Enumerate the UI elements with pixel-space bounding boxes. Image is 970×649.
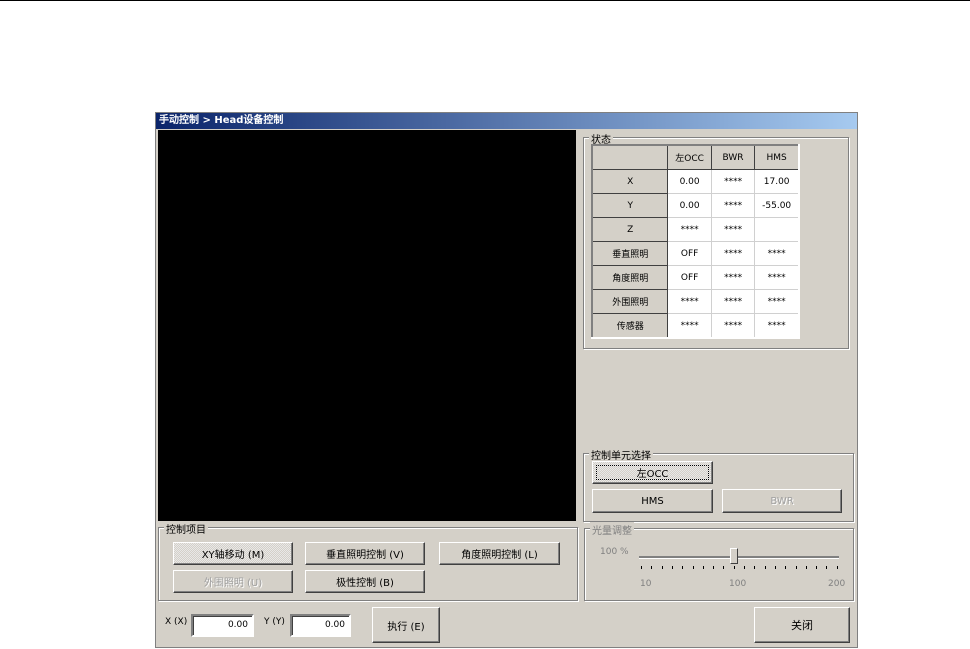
slider-tick bbox=[702, 566, 704, 569]
table-cell: **** bbox=[667, 289, 712, 314]
row-label: 垂直照明 bbox=[591, 241, 669, 266]
slider-tick bbox=[774, 566, 776, 569]
light-value-label: 100 % bbox=[600, 547, 629, 557]
head-device-control-window: 手动控制 > Head设备控制 状态 左OCC BWR HMS X 0.00 **** 17… bbox=[155, 112, 858, 648]
table-cell: 17.00 bbox=[754, 169, 800, 194]
table-cell: -55.00 bbox=[754, 193, 800, 218]
slider-tick bbox=[805, 566, 807, 569]
close-button[interactable]: 关闭 bbox=[754, 607, 850, 643]
light-slider-thumb[interactable] bbox=[729, 548, 738, 564]
control-items-group: 控制项目 XY轴移动 (M) 垂直照明控制 (V) 角度照明控制 (L) 外围照… bbox=[158, 521, 578, 601]
slider-tick bbox=[785, 566, 787, 569]
control-items-legend: 控制项目 bbox=[164, 521, 208, 536]
table-cell: **** bbox=[754, 289, 800, 314]
table-cell: **** bbox=[667, 313, 712, 339]
hms-button[interactable]: HMS bbox=[592, 489, 713, 513]
top-divider bbox=[0, 0, 970, 1]
column-header: 左OCC bbox=[667, 144, 712, 170]
table-row: 外围照明 **** **** **** bbox=[591, 289, 800, 314]
column-header: BWR bbox=[710, 144, 756, 170]
slider-tick bbox=[795, 566, 797, 569]
status-group: 状态 左OCC BWR HMS X 0.00 **** 17.00 Y 0.00 **** -55.… bbox=[583, 131, 849, 349]
slider-tick bbox=[713, 566, 715, 569]
row-label: Y bbox=[591, 193, 669, 218]
slider-tick bbox=[744, 566, 745, 569]
x-input[interactable]: 0.00 bbox=[191, 614, 254, 637]
slider-tick bbox=[836, 566, 838, 569]
tick-label-max: 200 bbox=[828, 579, 846, 589]
column-header: HMS bbox=[754, 144, 800, 170]
table-row: X 0.00 **** 17.00 bbox=[591, 169, 800, 194]
left-occ-button[interactable]: 左OCC bbox=[592, 461, 713, 484]
table-cell: **** bbox=[754, 241, 800, 266]
slider-tick bbox=[651, 566, 653, 569]
table-cell: **** bbox=[710, 265, 756, 290]
slider-tick bbox=[754, 566, 756, 569]
table-row: Z **** **** bbox=[591, 217, 800, 242]
title-bar: 手动控制 > Head设备控制 bbox=[156, 113, 857, 129]
slider-tick bbox=[671, 566, 673, 569]
table-cell: 0.00 bbox=[667, 169, 712, 194]
row-label: X bbox=[591, 169, 669, 194]
x-label: X (X) bbox=[165, 617, 188, 627]
slider-tick bbox=[733, 566, 735, 569]
light-slider-track[interactable] bbox=[639, 556, 839, 559]
vertical-light-button[interactable]: 垂直照明控制 (V) bbox=[305, 542, 425, 565]
light-adjust-group: 光量调整 100 % 10 100 200 bbox=[584, 522, 854, 601]
table-cell: **** bbox=[710, 241, 756, 266]
y-input[interactable]: 0.00 bbox=[290, 614, 351, 637]
status-table: 左OCC BWR HMS X 0.00 **** 17.00 Y 0.00 **** -55.00 Z… bbox=[591, 144, 800, 339]
slider-tick bbox=[816, 566, 818, 569]
unit-select-group: 控制单元选择 左OCC HMS BWR bbox=[583, 447, 854, 522]
bwr-button: BWR bbox=[722, 489, 842, 513]
table-cell: **** bbox=[710, 193, 756, 218]
camera-view bbox=[158, 130, 576, 521]
column-header bbox=[591, 144, 669, 170]
tick-label-min: 10 bbox=[640, 579, 652, 589]
slider-tick bbox=[692, 566, 694, 569]
table-cell: 0.00 bbox=[667, 193, 712, 218]
light-adjust-legend: 光量调整 bbox=[590, 522, 634, 537]
row-label: 外围照明 bbox=[591, 289, 669, 314]
row-label: Z bbox=[591, 217, 669, 242]
table-cell: **** bbox=[710, 169, 756, 194]
angle-light-button[interactable]: 角度照明控制 (L) bbox=[439, 542, 560, 565]
polarity-button[interactable]: 极性控制 (B) bbox=[305, 570, 425, 593]
table-row: 垂直照明 OFF **** **** bbox=[591, 241, 800, 266]
execute-button[interactable]: 执行 (E) bbox=[372, 607, 440, 643]
table-row: Y 0.00 **** -55.00 bbox=[591, 193, 800, 218]
unit-select-legend: 控制单元选择 bbox=[589, 447, 653, 462]
table-cell: OFF bbox=[667, 265, 712, 290]
table-row: 传感器 **** **** **** bbox=[591, 313, 800, 339]
table-cell bbox=[754, 217, 800, 242]
row-label: 传感器 bbox=[591, 313, 669, 339]
table-cell: OFF bbox=[667, 241, 712, 266]
slider-tick bbox=[723, 566, 725, 569]
slider-tick bbox=[826, 566, 828, 569]
table-cell: **** bbox=[710, 289, 756, 314]
table-cell: **** bbox=[667, 217, 712, 242]
slider-tick bbox=[641, 566, 642, 569]
slider-tick bbox=[764, 566, 766, 569]
tick-label-mid: 100 bbox=[729, 579, 747, 589]
row-label: 角度照明 bbox=[591, 265, 669, 290]
table-header-row: 左OCC BWR HMS bbox=[591, 144, 800, 170]
table-row: 角度照明 OFF **** **** bbox=[591, 265, 800, 290]
table-cell: **** bbox=[710, 313, 756, 339]
table-cell: **** bbox=[754, 313, 800, 339]
slider-tick bbox=[682, 566, 684, 569]
y-label: Y (Y) bbox=[264, 617, 285, 627]
slider-tick bbox=[661, 566, 663, 569]
table-cell: **** bbox=[710, 217, 756, 242]
xy-move-button[interactable]: XY轴移动 (M) bbox=[173, 542, 293, 565]
table-cell: **** bbox=[754, 265, 800, 290]
outer-light-button: 外围照明 (U) bbox=[173, 570, 293, 593]
